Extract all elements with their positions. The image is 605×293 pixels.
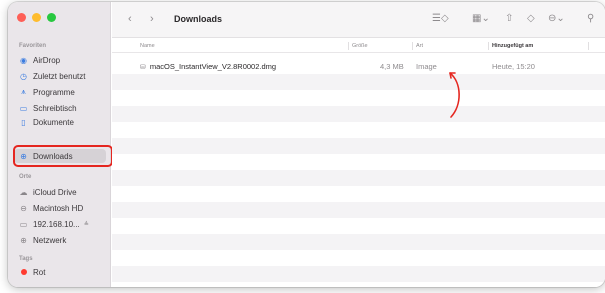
- empty-row: [112, 170, 605, 186]
- disk-image-icon: ⛁: [140, 63, 146, 71]
- airdrop-icon: ◉: [20, 55, 27, 65]
- sidebar-item-label: Zuletzt benutzt: [33, 71, 86, 81]
- empty-row: [112, 154, 605, 170]
- empty-row: [112, 202, 605, 218]
- main-content: ‹ › Downloads ☰◇ ▦⌄ ⇧ ◇ ⊖⌄ ⚲ Name Größe …: [112, 2, 605, 287]
- sidebar-item-label: AirDrop: [33, 55, 61, 65]
- table-row[interactable]: ⛁ macOS_InstantView_V2.8R0002.dmg 4,3 MB…: [112, 58, 605, 74]
- window-controls: [17, 13, 56, 22]
- share-icon[interactable]: ⇧: [505, 13, 513, 24]
- cloud-icon: ☁: [19, 187, 28, 197]
- empty-row: [112, 90, 605, 106]
- file-size: 4,3 MB: [380, 62, 404, 71]
- column-header-date-added[interactable]: Hinzugefügt am: [492, 43, 533, 49]
- sidebar-item-label: Schreibtisch: [33, 103, 77, 113]
- column-header-size[interactable]: Größe: [352, 43, 368, 49]
- window-title: Downloads: [174, 14, 223, 24]
- downloads-highlight-annotation: [13, 145, 113, 167]
- applications-icon: ⩚: [21, 87, 26, 96]
- list-icon[interactable]: ☰◇: [432, 13, 449, 24]
- search-icon[interactable]: ⚲: [587, 13, 594, 24]
- minimize-window-button[interactable]: [32, 13, 41, 22]
- sidebar-item-label: iCloud Drive: [33, 187, 77, 197]
- sidebar-item-label: 192.168.10...: [33, 219, 80, 229]
- empty-row: [112, 266, 605, 282]
- toolbar: ‹ › Downloads ☰◇ ▦⌄ ⇧ ◇ ⊖⌄ ⚲: [112, 2, 605, 38]
- file-kind: Image: [416, 62, 437, 71]
- tag-color-icon: [18, 269, 29, 275]
- back-button[interactable]: ‹: [128, 13, 132, 25]
- column-header: Name Größe Art Hinzugefügt am: [112, 39, 605, 53]
- column-header-name[interactable]: Name: [140, 43, 155, 49]
- empty-row: [112, 250, 605, 266]
- sidebar-item-tag-red[interactable]: Rot: [14, 265, 106, 279]
- sidebar-section-tags: Tags: [19, 256, 33, 262]
- file-date-added: Heute, 15:20: [492, 62, 535, 71]
- forward-button[interactable]: ›: [150, 13, 154, 25]
- sidebar-item-recents[interactable]: ◷ Zuletzt benutzt: [14, 69, 106, 83]
- empty-row: [112, 106, 605, 122]
- file-list: ⛁ macOS_InstantView_V2.8R0002.dmg 4,3 MB…: [112, 58, 605, 282]
- sidebar-item-label: Programme: [33, 87, 75, 97]
- more-icon[interactable]: ⊖⌄: [548, 13, 565, 24]
- close-window-button[interactable]: [17, 13, 26, 22]
- empty-row: [112, 234, 605, 250]
- column-header-kind[interactable]: Art: [416, 43, 423, 49]
- eject-icon[interactable]: ≜: [84, 221, 89, 228]
- empty-row: [112, 138, 605, 154]
- sidebar-section-locations: Orte: [19, 174, 32, 180]
- sidebar-item-label: Macintosh HD: [33, 203, 84, 213]
- column-divider[interactable]: [348, 42, 349, 50]
- file-name-cell[interactable]: ⛁ macOS_InstantView_V2.8R0002.dmg: [140, 62, 276, 71]
- sidebar-item-airdrop[interactable]: ◉ AirDrop: [14, 53, 106, 67]
- grid-icon[interactable]: ▦⌄: [472, 13, 490, 24]
- network-icon: ⊕: [20, 235, 27, 245]
- tag-icon[interactable]: ◇: [527, 13, 535, 24]
- sidebar-item-icloud-drive[interactable]: ☁ iCloud Drive: [14, 185, 106, 199]
- sidebar-item-label: Netzwerk: [33, 235, 67, 245]
- column-divider[interactable]: [588, 42, 589, 50]
- red-arrow-annotation: [449, 72, 460, 118]
- finder-window: Favoriten ◉ AirDrop ◷ Zuletzt benutzt ⩚ …: [8, 2, 605, 287]
- empty-row: [112, 218, 605, 234]
- sidebar-section-favorites: Favoriten: [19, 43, 47, 49]
- column-divider[interactable]: [488, 42, 489, 50]
- empty-row: [112, 186, 605, 202]
- clock-icon: ◷: [20, 71, 27, 81]
- sidebar-item-documents[interactable]: ▯ Dokumente: [14, 117, 106, 127]
- empty-row: [112, 122, 605, 138]
- sidebar-item-applications[interactable]: ⩚ Programme: [14, 85, 106, 99]
- disk-icon: ⊖: [20, 203, 27, 213]
- file-name: macOS_InstantView_V2.8R0002.dmg: [149, 62, 277, 71]
- empty-row: [112, 74, 605, 90]
- zoom-window-button[interactable]: [47, 13, 56, 22]
- column-divider[interactable]: [412, 42, 413, 50]
- sidebar-item-macintosh-hd[interactable]: ⊖ Macintosh HD: [14, 201, 106, 215]
- sidebar-item-desktop[interactable]: ▭ Schreibtisch: [14, 101, 106, 115]
- document-icon: ▯: [21, 117, 26, 127]
- sidebar-item-label: Dokumente: [33, 117, 74, 127]
- sidebar-item-network[interactable]: ⊕ Netzwerk: [14, 233, 106, 247]
- sidebar-item-label: Rot: [33, 267, 46, 277]
- network-share-icon: ▭: [19, 219, 28, 229]
- sidebar: Favoriten ◉ AirDrop ◷ Zuletzt benutzt ⩚ …: [8, 2, 113, 287]
- sidebar-item-network-share[interactable]: ▭ 192.168.10... ≜: [14, 217, 106, 231]
- desktop-icon: ▭: [19, 103, 28, 113]
